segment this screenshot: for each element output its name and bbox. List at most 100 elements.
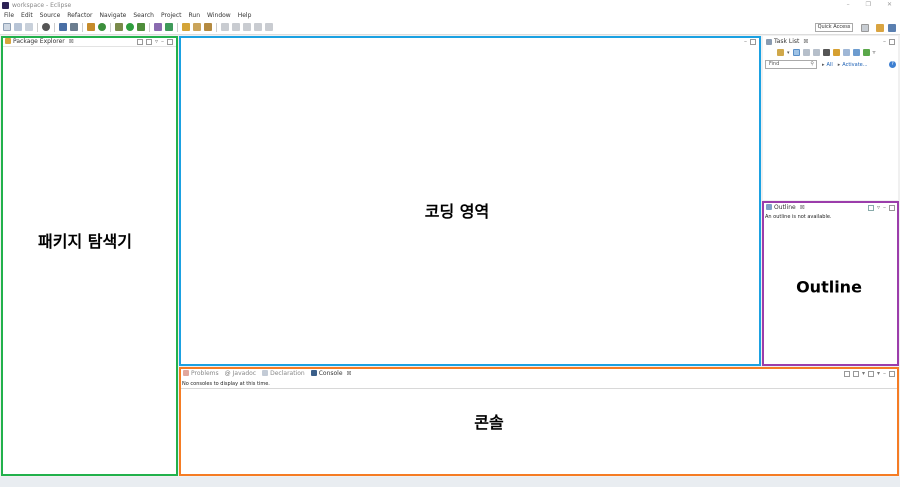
tab-problems[interactable]: Problems: [183, 370, 219, 377]
previous-annotation-icon[interactable]: [232, 23, 240, 31]
maximize-view-icon[interactable]: [889, 38, 895, 45]
tab-outline-label: Outline: [774, 203, 796, 211]
hide-completed-icon[interactable]: [822, 49, 830, 56]
run-icon[interactable]: [126, 23, 134, 31]
synchronize-icon[interactable]: [832, 49, 840, 56]
activate-link[interactable]: Activate...: [842, 62, 867, 68]
close-icon[interactable]: ⊠: [69, 38, 74, 45]
open-task-icon[interactable]: [193, 23, 201, 31]
menu-bar: File Edit Source Refactor Navigate Searc…: [0, 10, 900, 20]
quick-access-field[interactable]: Quick Access: [815, 23, 853, 32]
debug-icon[interactable]: [98, 23, 106, 31]
declaration-icon: [262, 370, 269, 376]
maximize-view-icon[interactable]: [167, 38, 173, 45]
eclipse-icon: [2, 1, 9, 9]
external-tools-icon[interactable]: [137, 23, 145, 31]
menu-project[interactable]: Project: [161, 12, 182, 19]
minimize-icon[interactable]: –: [847, 0, 850, 10]
task-find-input[interactable]: Find ⚲: [765, 60, 817, 69]
focus-icon[interactable]: [867, 204, 874, 211]
collapse-all-icon[interactable]: [136, 38, 143, 45]
menu-search[interactable]: Search: [133, 12, 154, 19]
focus-on-workweek-icon[interactable]: [812, 49, 820, 56]
task-repositories-icon[interactable]: [862, 49, 870, 56]
open-type-icon[interactable]: [182, 23, 190, 31]
new-java-package-icon[interactable]: [154, 23, 162, 31]
maximize-view-icon[interactable]: [750, 38, 756, 45]
tab-console[interactable]: Console ⊠: [310, 370, 352, 377]
coverage-icon[interactable]: [115, 23, 123, 31]
java-perspective-icon[interactable]: [888, 24, 896, 32]
menu-refactor[interactable]: Refactor: [67, 12, 92, 19]
maximize-view-icon[interactable]: [889, 204, 895, 211]
new-task-icon[interactable]: [777, 49, 784, 56]
menu-edit[interactable]: Edit: [21, 12, 33, 19]
chevron-down-icon[interactable]: ▾: [787, 50, 790, 56]
skip-breakpoints-icon[interactable]: [70, 23, 78, 31]
package-explorer-tools: ▿ –: [136, 37, 173, 46]
outline-message: An outline is not available.: [765, 214, 832, 220]
tab-task-list[interactable]: Task List ⊠: [766, 38, 808, 45]
tab-javadoc[interactable]: @ Javadoc: [225, 370, 256, 377]
save-all-icon[interactable]: [25, 23, 33, 31]
toolbar-separator: [54, 22, 55, 32]
menu-source[interactable]: Source: [40, 12, 61, 19]
collapse-all-icon[interactable]: [842, 49, 850, 56]
java-ee-perspective-icon[interactable]: [876, 24, 884, 32]
package-explorer-tabbar: Package Explorer ⊠ ▿ –: [2, 36, 176, 47]
menu-window[interactable]: Window: [207, 12, 231, 19]
menu-run[interactable]: Run: [189, 12, 201, 19]
minimize-view-icon[interactable]: –: [744, 38, 747, 45]
display-selected-console-icon[interactable]: [852, 370, 859, 377]
tab-declaration[interactable]: Declaration: [262, 370, 305, 377]
minimize-view-icon[interactable]: –: [883, 370, 886, 377]
terminal-icon[interactable]: [59, 23, 67, 31]
last-edit-icon[interactable]: [243, 23, 251, 31]
open-perspective-icon[interactable]: [861, 24, 869, 32]
new-java-class-icon[interactable]: [165, 23, 173, 31]
save-icon[interactable]: [14, 23, 22, 31]
menu-navigate[interactable]: Navigate: [99, 12, 126, 19]
tab-package-explorer[interactable]: Package Explorer ⊠: [5, 38, 74, 45]
minimize-view-icon[interactable]: –: [161, 38, 164, 45]
close-icon[interactable]: ⊠: [347, 370, 352, 377]
toolbar-separator: [177, 22, 178, 32]
view-menu-icon[interactable]: ▿: [877, 204, 880, 211]
close-icon[interactable]: ⊠: [800, 204, 805, 211]
minimize-view-icon[interactable]: –: [883, 38, 886, 45]
tab-outline[interactable]: Outline ⊠: [766, 204, 805, 211]
help-icon[interactable]: ?: [889, 61, 896, 68]
restore-icon[interactable]: ❐: [866, 0, 871, 10]
back-icon[interactable]: [254, 23, 262, 31]
outline-annotation: Outline: [796, 277, 862, 297]
toggle-icon[interactable]: [42, 23, 50, 31]
pin-console-icon[interactable]: [843, 370, 850, 377]
close-icon[interactable]: ✕: [887, 0, 892, 10]
chevron-down-icon[interactable]: ▾: [877, 370, 880, 377]
editor-annotation: 코딩 영역: [424, 202, 490, 221]
status-bar: [0, 477, 900, 487]
minimize-view-icon[interactable]: –: [883, 204, 886, 211]
scheduled-icon[interactable]: [802, 49, 810, 56]
search-icon[interactable]: [204, 23, 212, 31]
link-with-editor-icon[interactable]: [145, 38, 152, 45]
console-annotation: 콘솔: [474, 413, 504, 432]
close-icon[interactable]: ⊠: [803, 38, 808, 45]
menu-file[interactable]: File: [4, 12, 14, 19]
view-menu-icon[interactable]: ▿: [155, 38, 158, 45]
view-menu-icon[interactable]: ▿: [873, 49, 876, 56]
new-icon[interactable]: [3, 23, 11, 31]
build-icon[interactable]: [87, 23, 95, 31]
forward-icon[interactable]: [265, 23, 273, 31]
maximize-view-icon[interactable]: [889, 370, 895, 377]
next-annotation-icon[interactable]: [221, 23, 229, 31]
filter-all-link[interactable]: All: [827, 62, 833, 68]
categorized-icon[interactable]: [792, 49, 800, 56]
title-bar: workspace - Eclipse – ❐ ✕: [0, 0, 900, 10]
chevron-down-icon[interactable]: ▾: [862, 370, 865, 377]
menu-help[interactable]: Help: [238, 12, 252, 19]
editor-tools: –: [744, 37, 756, 46]
tab-javadoc-label: Javadoc: [232, 369, 257, 377]
open-console-icon[interactable]: [867, 370, 874, 377]
expand-all-icon[interactable]: [852, 49, 860, 56]
